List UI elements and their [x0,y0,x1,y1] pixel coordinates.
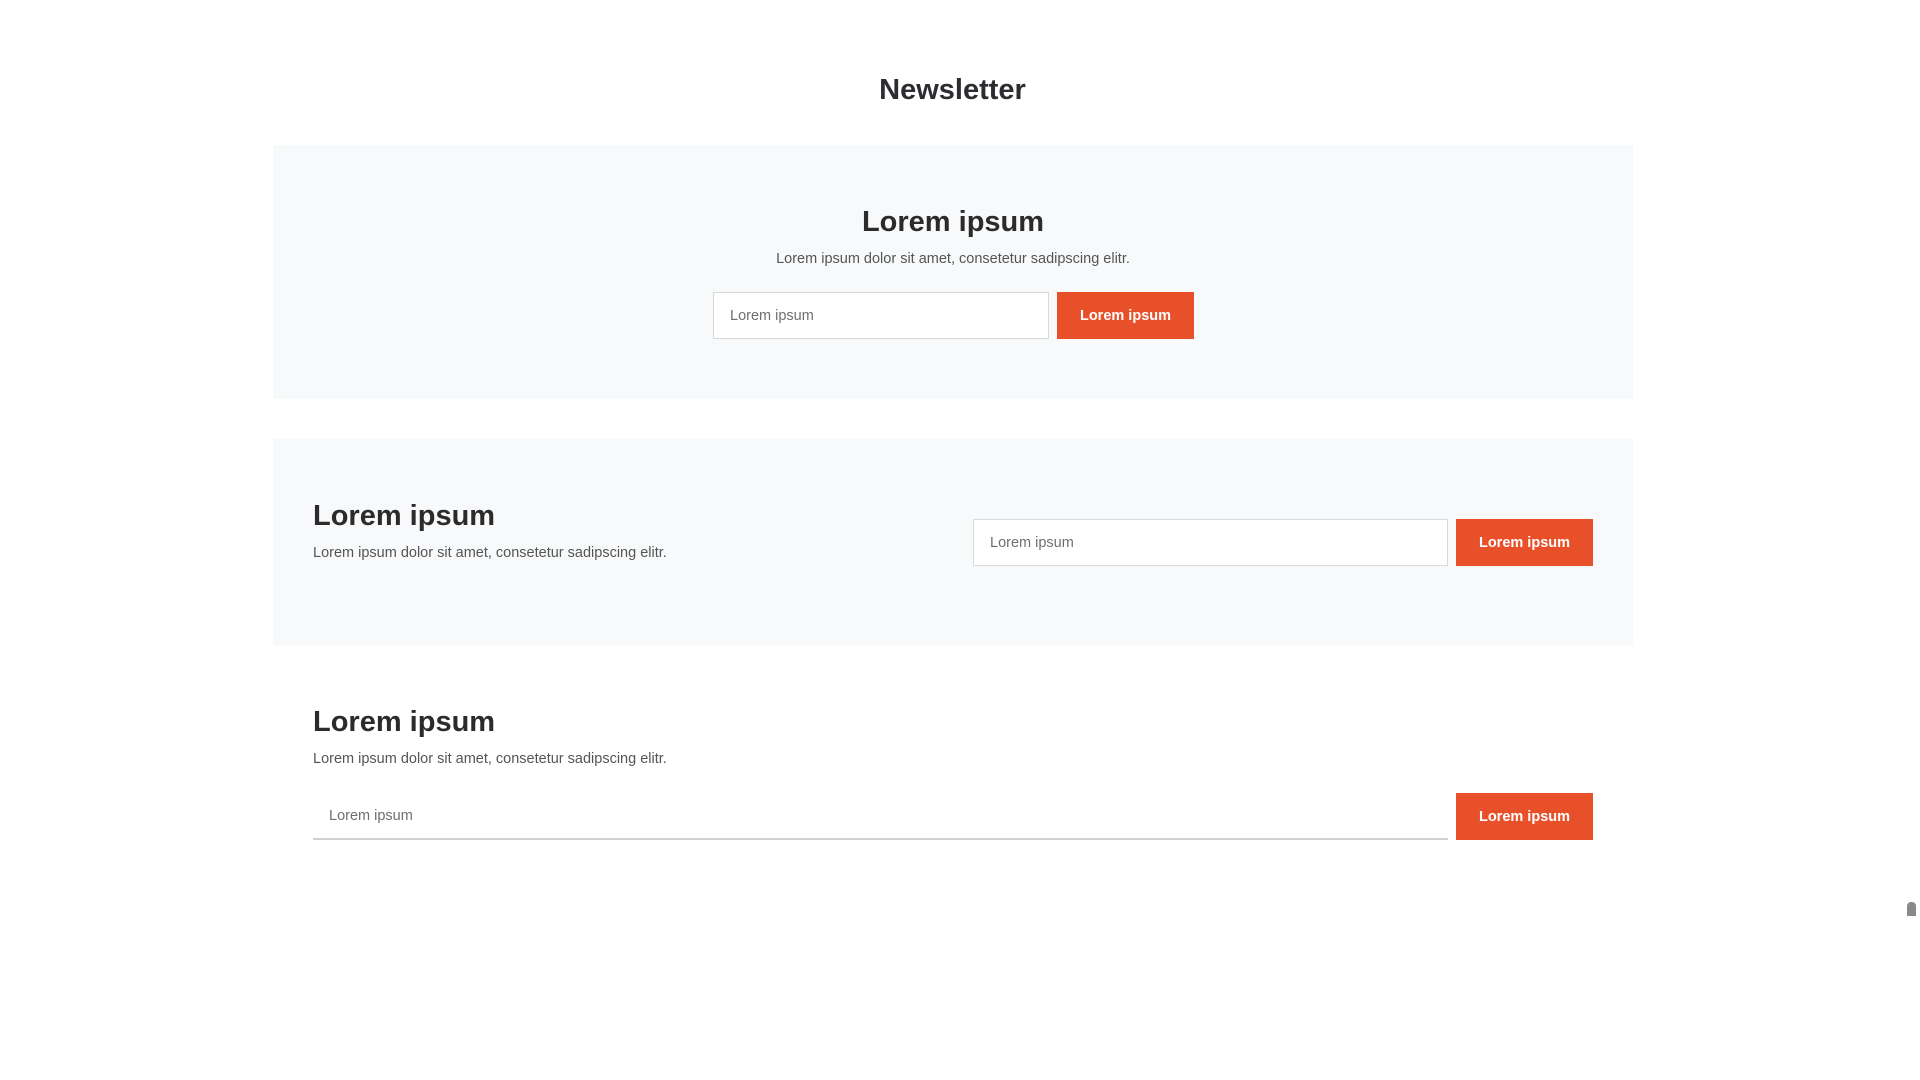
page-title: Newsletter [879,74,1026,106]
newsletter-form: Lorem ipsum [713,292,1194,339]
section-heading: Lorem ipsum [313,706,496,738]
newsletter-form: Lorem ipsum [313,793,1593,840]
subscribe-button[interactable]: Lorem ipsum [1456,519,1593,566]
subscribe-button[interactable]: Lorem ipsum [1456,793,1593,840]
section-heading: Lorem ipsum [861,206,1045,238]
page: Newsletter Lorem ipsum Lorem ipsum dolor… [0,0,1920,1080]
newsletter-section-centered: Lorem ipsum Lorem ipsum dolor sit amet, … [273,145,1633,399]
newsletter-section-stacked: Lorem ipsum Lorem ipsum dolor sit amet, … [273,685,1633,865]
email-input[interactable] [973,519,1448,566]
email-input[interactable] [313,793,1448,840]
section-description: Lorem ipsum dolor sit amet, consetetur s… [313,545,667,561]
subscribe-button[interactable]: Lorem ipsum [1057,292,1194,339]
section-description: Lorem ipsum dolor sit amet, consetetur s… [313,751,667,767]
section-description: Lorem ipsum dolor sit amet, consetetur s… [776,251,1130,267]
newsletter-form: Lorem ipsum [973,519,1593,566]
scrollbar-thumb[interactable] [1907,902,1916,916]
email-input[interactable] [713,292,1049,339]
newsletter-section-split: Lorem ipsum Lorem ipsum dolor sit amet, … [273,439,1633,645]
section-heading: Lorem ipsum [313,500,496,532]
